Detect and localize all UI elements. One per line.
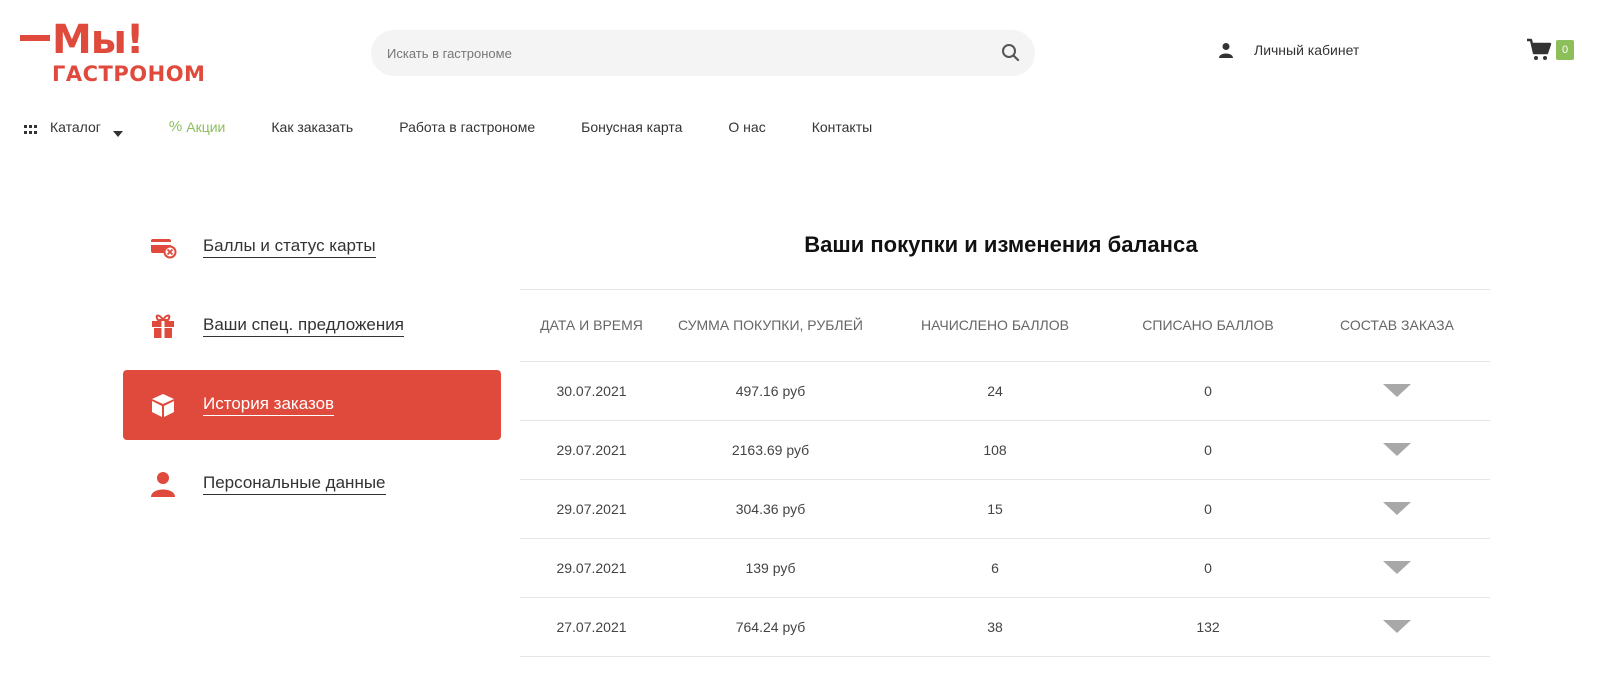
cell-earned: 24 — [987, 383, 1003, 399]
logo-top-text: Мы! — [52, 17, 144, 63]
user-icon — [149, 470, 177, 498]
cell-date: 30.07.2021 — [556, 383, 627, 399]
logo-dash — [20, 35, 50, 41]
table-row: 29.07.2021 139 руб 6 0 — [520, 539, 1490, 598]
cell-order-items — [1304, 559, 1490, 578]
cell-earned: 15 — [987, 501, 1003, 517]
cell-spent: 0 — [1204, 442, 1212, 458]
search-icon[interactable] — [999, 41, 1023, 65]
cell-earned: 108 — [983, 442, 1007, 458]
nav-how-to-order[interactable]: Как заказать — [271, 119, 353, 135]
table-row: 27.07.2021 764.24 руб 38 132 — [520, 598, 1490, 657]
page-title: Ваши покупки и изменения баланса — [804, 232, 1198, 257]
nav-promo-label: Акции — [186, 118, 226, 135]
nav-catalog[interactable]: Каталог — [24, 118, 123, 137]
table-row: 30.07.2021 497.16 руб 24 0 — [520, 362, 1490, 421]
grid-icon — [24, 122, 38, 134]
column-header-earned: Начислено баллов — [921, 317, 1069, 333]
gift-icon — [149, 312, 177, 340]
table-row: 29.07.2021 304.36 руб 15 0 — [520, 480, 1490, 539]
search-bar — [371, 30, 1035, 76]
user-icon — [1218, 42, 1234, 58]
sidebar-item-order-history[interactable]: История заказов — [123, 370, 501, 440]
logo-top: Мы! — [20, 17, 144, 63]
cell-order-items — [1304, 382, 1490, 401]
box-icon — [149, 391, 177, 419]
cart-button[interactable]: 0 — [1526, 38, 1574, 62]
search-input[interactable] — [387, 30, 967, 76]
card-status-icon — [149, 233, 177, 261]
cart-count-badge: 0 — [1556, 40, 1574, 60]
logo-bottom-text: ГАСТРОНОМ — [52, 62, 206, 86]
expand-triangle-icon[interactable] — [1381, 618, 1413, 634]
cell-date: 29.07.2021 — [556, 501, 627, 517]
percent-icon: % — [168, 118, 183, 135]
column-header-date: Дата и время — [540, 317, 643, 333]
cell-sum: 2163.69 руб — [731, 442, 810, 458]
cell-order-items — [1304, 500, 1490, 519]
cell-sum: 139 руб — [745, 560, 796, 576]
expand-triangle-icon[interactable] — [1381, 441, 1413, 457]
account-link[interactable]: Личный кабинет — [1218, 42, 1359, 58]
sidebar-item-label: Баллы и статус карты — [203, 236, 376, 258]
nav-promo[interactable]: % Акции — [169, 118, 225, 135]
cell-order-items — [1304, 441, 1490, 460]
expand-triangle-icon[interactable] — [1381, 382, 1413, 398]
sidebar-item-offers[interactable]: Ваши спец. предложения — [123, 291, 501, 361]
logo[interactable]: Мы! ГАСТРОНОМ — [20, 20, 210, 90]
cell-order-items — [1304, 618, 1490, 637]
orders-table: Дата и время Сумма покупки, рублей Начис… — [520, 289, 1490, 657]
table-row: 29.07.2021 2163.69 руб 108 0 — [520, 421, 1490, 480]
cell-sum: 497.16 руб — [735, 383, 806, 399]
cell-spent: 0 — [1204, 560, 1212, 576]
nav-contacts[interactable]: Контакты — [812, 119, 872, 135]
cart-icon — [1526, 38, 1552, 62]
sidebar-item-label: Ваши спец. предложения — [203, 315, 404, 337]
cell-date: 29.07.2021 — [556, 560, 627, 576]
sidebar-item-personal-data[interactable]: Персональные данные — [123, 449, 501, 519]
column-header-sum: Сумма покупки, рублей — [677, 317, 863, 333]
nav-careers[interactable]: Работа в гастрономе — [399, 119, 535, 135]
nav-about[interactable]: О нас — [728, 119, 765, 135]
account-label: Личный кабинет — [1254, 42, 1360, 58]
sidebar-item-card-status[interactable]: Баллы и статус карты — [123, 212, 501, 282]
cell-spent: 132 — [1196, 619, 1220, 635]
nav-bonus-card[interactable]: Бонусная карта — [581, 119, 682, 135]
expand-triangle-icon[interactable] — [1381, 559, 1413, 575]
cell-spent: 0 — [1204, 501, 1212, 517]
cell-sum: 304.36 руб — [735, 501, 806, 517]
cell-spent: 0 — [1204, 383, 1212, 399]
chevron-down-icon — [112, 124, 123, 137]
sidebar-item-label: История заказов — [203, 394, 335, 416]
cell-earned: 6 — [991, 560, 999, 576]
column-header-spent: Списано баллов — [1142, 317, 1274, 333]
sidebar-item-label: Персональные данные — [203, 473, 386, 495]
main-nav: Каталог % Акции Как заказать Работа в га… — [24, 118, 918, 137]
nav-catalog-label: Каталог — [50, 118, 101, 135]
cell-date: 27.07.2021 — [556, 619, 627, 635]
cell-date: 29.07.2021 — [556, 442, 627, 458]
table-header: Дата и время Сумма покупки, рублей Начис… — [520, 290, 1490, 362]
expand-triangle-icon[interactable] — [1381, 500, 1413, 516]
cell-earned: 38 — [987, 619, 1003, 635]
cell-sum: 764.24 руб — [735, 619, 806, 635]
column-header-order-items: Состав заказа — [1340, 317, 1454, 333]
